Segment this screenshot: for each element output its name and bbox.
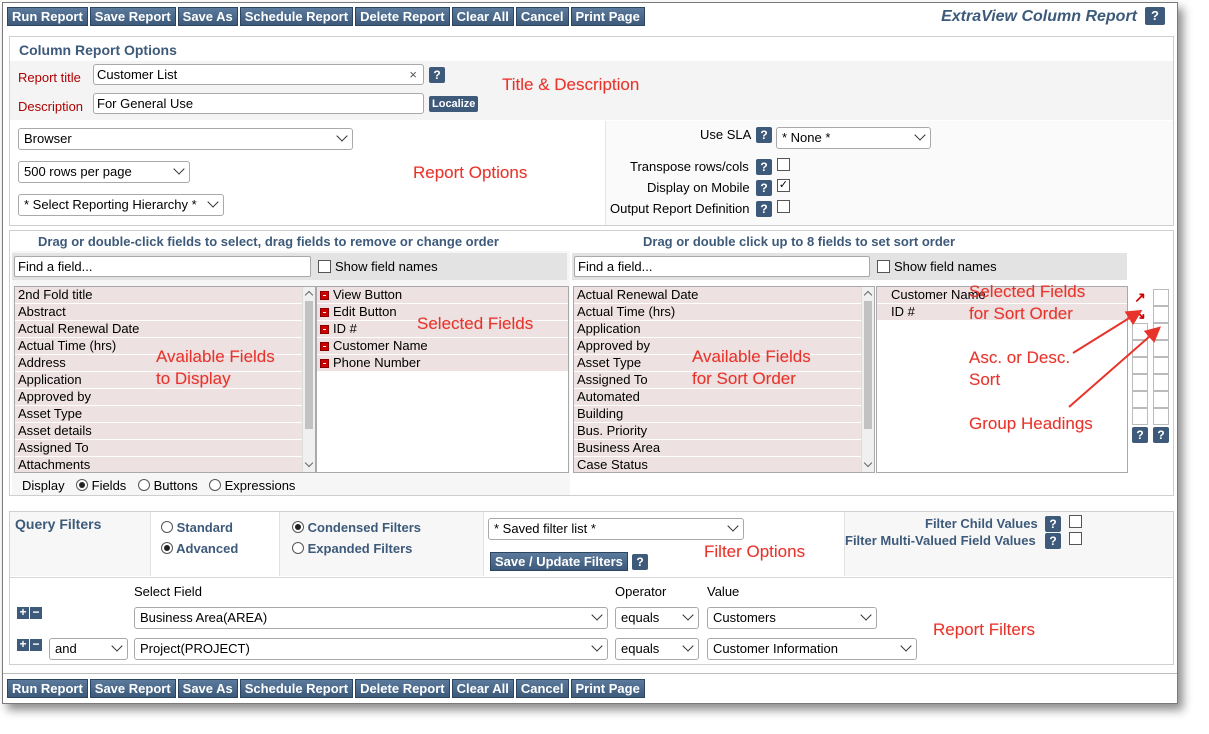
arrow-asc-desc bbox=[1072, 309, 1143, 354]
arrow-group-headings bbox=[1068, 326, 1162, 408]
report-window: Run Report Save Report Save As Schedule … bbox=[2, 2, 1178, 704]
annotation-arrows bbox=[1068, 309, 1162, 408]
